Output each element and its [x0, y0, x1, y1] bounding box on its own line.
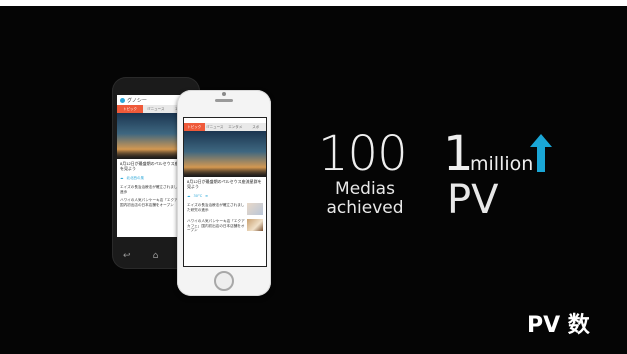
pv-count: 1 — [443, 126, 474, 182]
home-button — [214, 271, 234, 291]
iphone-screen: トピック ITニュース エンタメ スポ 8月12日が最盛期のペルセウス座流星群を… — [183, 117, 267, 267]
list-item: エイズの長治治療法が確立されました研究の進歩 — [184, 201, 266, 217]
cloud-icon: ☁ — [120, 176, 124, 180]
pv-label: PV — [447, 177, 499, 223]
tab-it-news: ITニュース — [147, 107, 165, 111]
article-thumbnail — [247, 219, 263, 231]
app-logo-icon — [120, 97, 125, 103]
tab-bar: トピック ITニュース エンタメ スポ — [184, 123, 266, 131]
back-icon: ↩ — [123, 251, 131, 261]
article-thumbnail — [247, 203, 263, 215]
front-camera — [222, 92, 226, 96]
hero-image — [184, 131, 266, 177]
menu-icon: ≡ — [205, 194, 209, 198]
tab-sports: スポ — [252, 125, 260, 129]
headline: 8月12日が最盛期のペルセウス座流星群を見よう — [187, 179, 262, 189]
top-border — [0, 0, 627, 6]
speaker-grille — [215, 99, 233, 102]
pv-unit: million — [470, 153, 534, 175]
medias-label: Medias — [335, 179, 395, 199]
article-title: エイズの長治治療法が確立されました研究の進歩 — [187, 203, 245, 212]
achieved-label: achieved — [326, 198, 404, 218]
tab-entertainment: エンタメ — [228, 125, 243, 129]
weather-temp: 30°C — [193, 194, 203, 198]
iphone: トピック ITニュース エンタメ スポ 8月12日が最盛期のペルセウス座流星群を… — [177, 90, 271, 296]
slide-title: PV 数 — [527, 313, 590, 338]
weather-wind: 北北西の風 — [126, 175, 145, 180]
medias-count: 100 — [318, 126, 408, 182]
tab-topic: トピック — [184, 123, 205, 131]
arrow-up-icon — [530, 134, 552, 172]
tab-it-news: ITニュース — [206, 125, 224, 129]
list-item: ハワイの人気パンケーキ店「エクアカフェ」国内初出店の日本店舗をオープン — [184, 217, 266, 235]
presentation-slide: グノシー トピック ITニュース エンタメ 8月12日が最盛期のペルセウス座流星… — [0, 0, 627, 354]
home-icon: ⌂ — [152, 251, 159, 261]
weather-row: ☁ 30°C ≡ — [184, 191, 266, 201]
cloud-icon: ☁ — [187, 194, 191, 198]
tab-topic: トピック — [117, 105, 143, 113]
article-title: ハワイの人気パンケーキ店「エクアカフェ」国内初出店の日本店舗をオープン — [187, 219, 245, 233]
app-name: グノシー — [127, 97, 147, 104]
